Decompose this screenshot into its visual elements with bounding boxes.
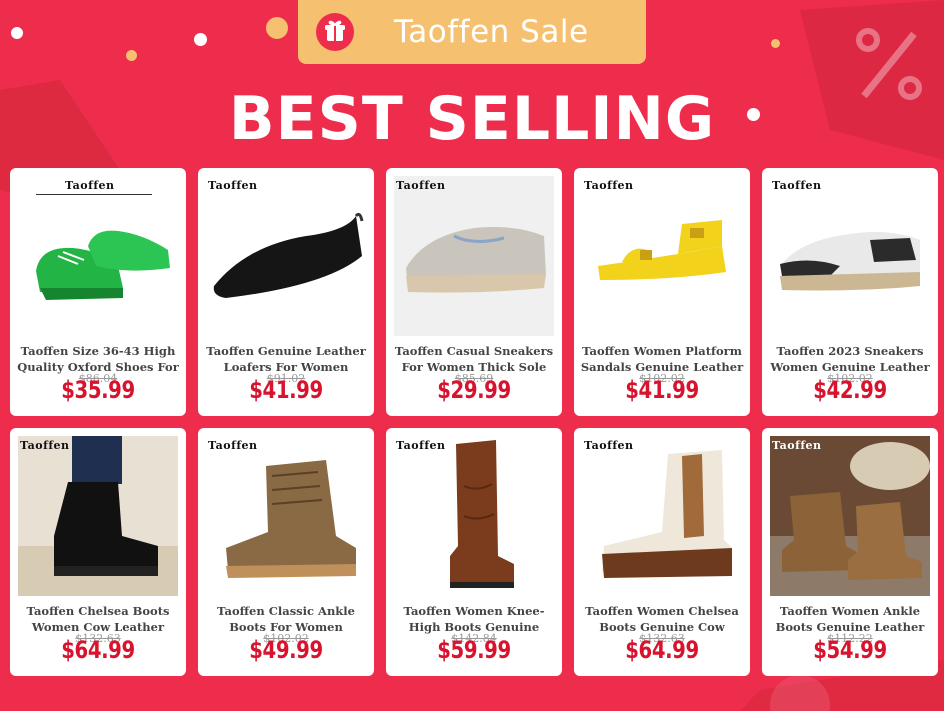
product-card[interactable]: Taoffen Taoffen Genuine Leather Loafers … [198,168,374,416]
product-title[interactable]: Taoffen Genuine Leather Loafers For Wome… [204,343,368,375]
product-image-ankle-boots-pair[interactable] [770,436,930,596]
confetti-dot [771,39,780,48]
sale-price: $49.99 [249,636,323,664]
product-image-chelsea-boot-white[interactable] [582,436,742,596]
product-title[interactable]: Taoffen Women Chelsea Boots Genuine Cow … [580,603,744,635]
product-title[interactable]: Taoffen Casual Sneakers For Women Thick … [392,343,556,375]
sale-price: $42.99 [813,376,887,404]
product-title[interactable]: Taoffen Women Knee-High Boots Genuine Le… [392,603,556,635]
sale-price: $54.99 [813,636,887,664]
product-image-knee-high-boot[interactable] [394,436,554,596]
product-image-chunky-sneaker[interactable] [394,176,554,336]
headline: BEST SELLING [228,84,716,154]
brand-logo: Taoffen [208,179,258,192]
gift-icon [316,13,354,51]
brand-logo: Taoffen [65,179,115,192]
brand-underline [36,194,152,195]
product-image-yellow-sandal[interactable] [582,176,742,336]
product-card[interactable]: Taoffen Taoffen Classic Ankle Boots For … [198,428,374,676]
product-card[interactable]: Taoffen Taoffen 2023 Sneakers Women Genu… [762,168,938,416]
product-image-green-oxford[interactable] [18,176,178,336]
sale-price: $35.99 [61,376,135,404]
brand-logo: Taoffen [584,179,634,192]
sale-title: Taoffen Sale [394,14,589,50]
brand-logo: Taoffen [396,179,446,192]
product-card[interactable]: Taoffen Taoffen Women Knee-High Boots Ge… [386,428,562,676]
product-image-platform-sneaker[interactable] [770,176,930,336]
sale-price: $41.99 [249,376,323,404]
sale-price: $64.99 [625,636,699,664]
brand-logo: Taoffen [208,439,258,452]
product-title[interactable]: Taoffen Size 36-43 High Quality Oxford S… [16,343,180,375]
product-card[interactable]: Taoffen Taoffen Women Ankle Boots Genuin… [762,428,938,676]
sale-price: $64.99 [61,636,135,664]
product-card[interactable]: Taoffen Taoffen Women Chelsea Boots Genu… [574,428,750,676]
sale-price: $29.99 [437,376,511,404]
product-card[interactable]: Taoffen Taoffen Casual Sneakers For Wome… [386,168,562,416]
product-card[interactable]: Taoffen Taoffen Chelsea Boots Women Cow … [10,428,186,676]
product-image-black-loafer[interactable] [206,176,366,336]
brand-logo: Taoffen [772,439,822,452]
confetti-dot [266,17,288,39]
product-title[interactable]: Taoffen Women Ankle Boots Genuine Leathe… [768,603,932,635]
product-title[interactable]: Taoffen Classic Ankle Boots For Women Ge… [204,603,368,635]
sale-price: $41.99 [625,376,699,404]
brand-logo: Taoffen [20,439,70,452]
brand-logo: Taoffen [772,179,822,192]
brand-logo: Taoffen [584,439,634,452]
product-image-ankle-boot-tan[interactable] [206,436,366,596]
product-image-chelsea-boot-black[interactable] [18,436,178,596]
product-title[interactable]: Taoffen Chelsea Boots Women Cow Leather [16,603,180,635]
brand-logo: Taoffen [396,439,446,452]
sale-pill: Taoffen Sale [298,0,646,64]
confetti-dot [126,50,137,61]
confetti-dot [11,27,23,39]
confetti-dot [194,33,207,46]
sale-price: $59.99 [437,636,511,664]
product-title[interactable]: Taoffen 2023 Sneakers Women Genuine Leat… [768,343,932,375]
product-card[interactable]: Taoffen Taoffen Women Platform Sandals G… [574,168,750,416]
product-card[interactable]: Taoffen Taoffen Size 36-43 High Quality … [10,168,186,416]
product-title[interactable]: Taoffen Women Platform Sandals Genuine L… [580,343,744,375]
